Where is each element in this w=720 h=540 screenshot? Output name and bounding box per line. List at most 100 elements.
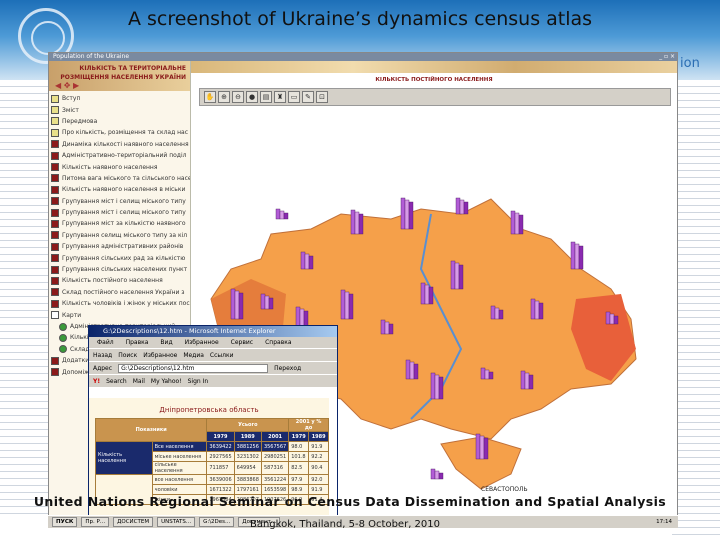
table-cell: 649954 (233, 461, 262, 475)
book-icon (51, 163, 59, 172)
book-icon (51, 231, 59, 240)
population-bar (459, 199, 465, 215)
table-cell: 97.9 (288, 474, 310, 485)
contents-item-label: Карти (62, 311, 82, 319)
population-bar (480, 367, 486, 380)
population-bar (340, 289, 346, 320)
menu-item[interactable]: Правка (126, 337, 149, 348)
contents-item[interactable]: Кількість наявного населення (49, 161, 190, 172)
measure-icon[interactable]: ✎ (302, 91, 314, 103)
zoom-out-icon[interactable]: ⊖ (232, 91, 244, 103)
toolbar-button[interactable]: Ссылки (210, 349, 234, 362)
year-header: 1989 (233, 431, 262, 442)
yahoo-button[interactable]: My Yahoo! (151, 375, 182, 388)
footer-location: Bangkok, Thailand, 5-8 October, 2010 (249, 519, 440, 530)
find-icon[interactable]: ♜ (274, 91, 286, 103)
population-bar (458, 264, 464, 290)
table-cell: 711857 (206, 461, 235, 475)
book-icon (51, 94, 59, 103)
menu-item[interactable]: Избранное (185, 337, 219, 348)
contents-item[interactable]: Динаміка кількості наявного населення (49, 139, 190, 150)
table-cell: 2980251 (260, 451, 290, 462)
population-bar (238, 292, 244, 320)
table-cell: 92.2 (308, 451, 329, 462)
book-icon (51, 140, 59, 149)
ie-toolbar: Назад Поиск Избранное Медиа Ссылки (89, 348, 337, 361)
zoom-in-icon[interactable]: ⊕ (218, 91, 230, 103)
slide-title: A screenshot of Ukraine’s dynamics censu… (127, 8, 593, 30)
page-heading: Дніпропетровська область (159, 406, 259, 414)
population-bar (510, 210, 516, 235)
nav-arrows[interactable]: ◀ ✥ ▶ (55, 81, 79, 90)
book-icon (51, 208, 59, 217)
header-pct: 2001 у % до (288, 418, 329, 432)
contents-item-label: Додатки (62, 357, 90, 365)
pan-icon[interactable]: ✋ (204, 91, 216, 103)
contents-item-label: Динаміка кількості наявного населення (62, 140, 189, 148)
menu-item[interactable]: Справка (265, 337, 291, 348)
yahoo-logo: Y! (93, 377, 101, 385)
yahoo-button[interactable]: Mail (133, 375, 145, 388)
population-bar (570, 241, 576, 270)
population-bar (234, 290, 240, 320)
contents-item[interactable]: Карти (49, 309, 190, 320)
window-controls[interactable]: _ ▫ × (659, 53, 675, 60)
toolbar-button[interactable]: Избранное (143, 349, 177, 362)
info-icon[interactable]: ● (246, 91, 258, 103)
population-bar (528, 374, 534, 390)
ie-menubar: Файл Правка Вид Избранное Сервис Справка (89, 337, 337, 348)
yahoo-toolbar: Y! Search Mail My Yahoo! Sign In (89, 374, 337, 387)
menu-item[interactable]: Вид (160, 337, 172, 348)
layer-icon[interactable]: ▤ (260, 91, 272, 103)
table-cell: 1797161 (233, 484, 262, 495)
table-cell: 91.9 (308, 484, 329, 495)
contents-item[interactable]: Групування сільських населених пункт (49, 264, 190, 275)
population-bar (283, 212, 289, 220)
contents-item[interactable]: Кількість постійного населення (49, 275, 190, 286)
contents-item[interactable]: Групування міст і селищ міського типу (49, 207, 190, 218)
table-cell: чоловіки (151, 484, 208, 495)
footer-seminar: United Nations Regional Seminar on Censu… (33, 494, 667, 509)
book-icon (51, 299, 59, 308)
menu-item[interactable]: Сервис (231, 337, 253, 348)
contents-item[interactable]: Групування адміністративних районів (49, 241, 190, 252)
contents-item[interactable]: Кількість наявного населення в міськи (49, 184, 190, 195)
population-bar (463, 201, 469, 215)
contents-item[interactable]: Склад постійного населення України з (49, 287, 190, 298)
print-icon[interactable]: ▭ (288, 91, 300, 103)
yahoo-button[interactable]: Sign In (188, 375, 209, 388)
toolbar-button[interactable]: Медиа (183, 349, 204, 362)
population-bar (613, 315, 619, 325)
table-cell: 3561224 (260, 474, 290, 485)
yahoo-button[interactable]: Search (106, 375, 127, 388)
population-bar (490, 305, 496, 320)
toolbar-button[interactable]: Назад (93, 349, 112, 362)
population-bar (413, 363, 419, 380)
go-button[interactable]: Переход (274, 362, 301, 375)
address-input[interactable]: G:\2Descriptions\12.htm (118, 363, 269, 373)
city-label: СЕВАСТОПОЛЬ (481, 486, 528, 493)
contents-item-label: Групування міст і селищ міського типу (62, 197, 186, 205)
contents-item[interactable]: Групування міст і селищ міського типу (49, 196, 190, 207)
contents-item[interactable]: Передмова (49, 116, 190, 127)
book-icon (51, 117, 59, 126)
contents-item[interactable]: Вступ (49, 93, 190, 104)
contents-item[interactable]: Групування сільських рад за кількістю (49, 252, 190, 263)
contents-item[interactable]: Зміст (49, 104, 190, 115)
contents-item-label: Групування міст за кількістю наявного (62, 220, 186, 228)
contents-item[interactable]: Питома вага міського та сільського насе (49, 173, 190, 184)
extent-icon[interactable]: ⊡ (316, 91, 328, 103)
contents-item[interactable]: Про кількість, розміщення та склад нас (49, 127, 190, 138)
population-bar (578, 245, 584, 270)
contents-item[interactable]: Групування міст за кількістю наявного (49, 218, 190, 229)
menu-item[interactable]: Файл (97, 337, 114, 348)
contents-item-label: Групування сільських рад за кількістю (62, 254, 186, 262)
table-cell: Все населення (151, 441, 208, 452)
contents-item[interactable]: Групування селищ міського типу за кіл (49, 230, 190, 241)
population-bar (438, 376, 444, 400)
contents-item[interactable]: Адміністративно-територіальний поділ (49, 150, 190, 161)
toolbar-button[interactable]: Поиск (118, 349, 137, 362)
contents-item[interactable]: Кількість чоловіків і жінок у міських по… (49, 298, 190, 309)
decor-band (191, 61, 677, 73)
population-bar (534, 300, 540, 320)
